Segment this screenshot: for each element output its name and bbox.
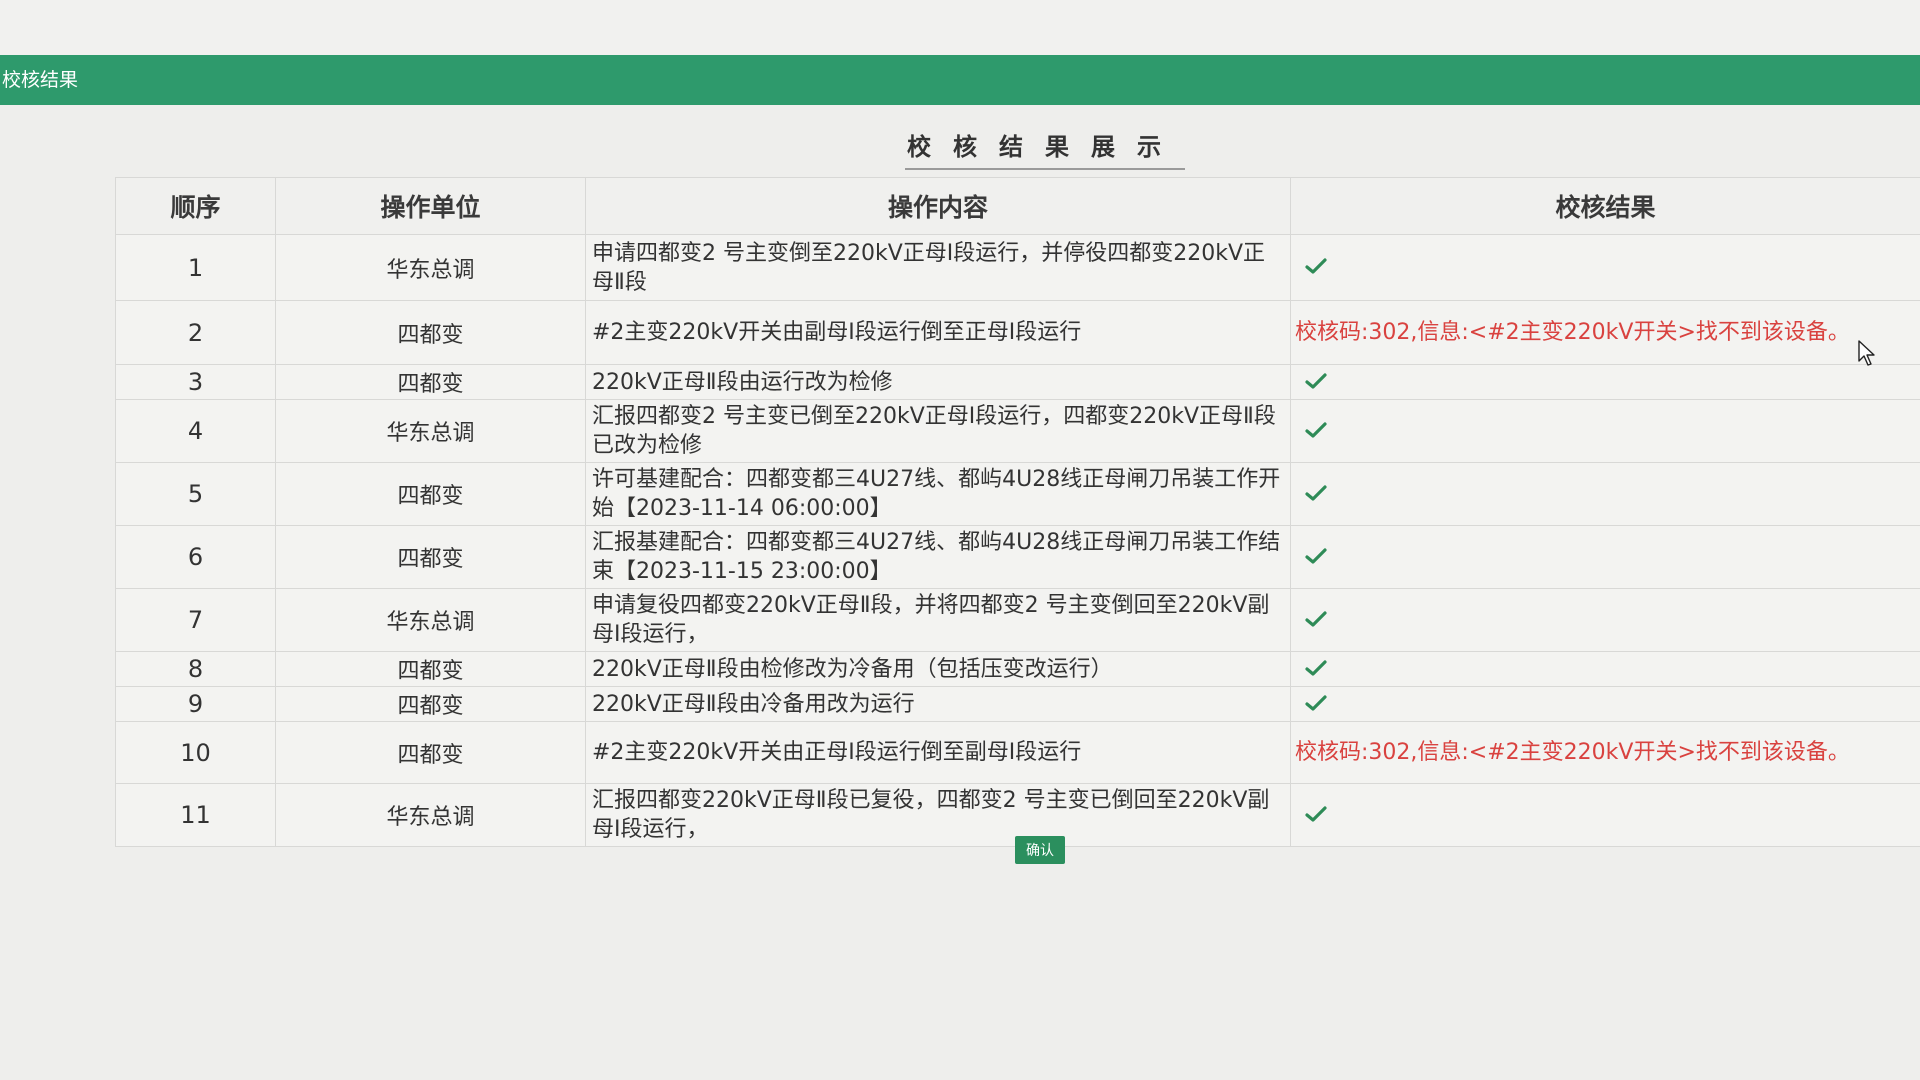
- row-operation-content: 汇报四都变2 号主变已倒至220kV正母Ⅰ段运行，四都变220kV正母Ⅱ段已改为…: [585, 399, 1291, 463]
- row-seq: 3: [115, 364, 276, 400]
- row-check-result: [1290, 686, 1920, 722]
- row-operation-content: 汇报四都变220kV正母Ⅱ段已复役，四都变2 号主变已倒回至220kV副母Ⅰ段运…: [585, 783, 1291, 847]
- result-table: 顺序 操作单位 操作内容 校核结果 1 华东总调 申请四都变2 号主变倒至220kV…: [115, 177, 1920, 847]
- row-operation-unit: 四都变: [275, 651, 586, 687]
- row-operation-unit: 四都变: [275, 300, 586, 365]
- check-icon: [1305, 484, 1327, 501]
- row-operation-unit: 四都变: [275, 525, 586, 589]
- table-row: 8 四都变 220kV正母Ⅱ段由检修改为冷备用（包括压变改运行）: [115, 651, 1920, 687]
- row-operation-content: 220kV正母Ⅱ段由运行改为检修: [585, 364, 1291, 400]
- row-check-result: [1290, 588, 1920, 652]
- row-operation-unit: 华东总调: [275, 399, 586, 463]
- row-check-result: [1290, 462, 1920, 526]
- row-seq: 8: [115, 651, 276, 687]
- row-operation-content: 220kV正母Ⅱ段由冷备用改为运行: [585, 686, 1291, 722]
- check-icon: [1305, 694, 1327, 711]
- confirm-button[interactable]: 确认: [1015, 836, 1065, 864]
- table-row: 7 华东总调 申请复役四都变220kV正母Ⅱ段，并将四都变2 号主变倒回至220kV…: [115, 588, 1920, 652]
- row-operation-unit: 华东总调: [275, 783, 586, 847]
- mouse-pointer-icon: [1858, 340, 1875, 366]
- row-operation-unit: 四都变: [275, 686, 586, 722]
- row-operation-content: 申请复役四都变220kV正母Ⅱ段，并将四都变2 号主变倒回至220kV副母Ⅰ段运…: [585, 588, 1291, 652]
- check-icon: [1305, 610, 1327, 627]
- row-check-result: [1290, 783, 1920, 847]
- row-operation-content: #2主变220kV开关由正母Ⅰ段运行倒至副母Ⅰ段运行: [585, 721, 1291, 784]
- row-operation-content: #2主变220kV开关由副母Ⅰ段运行倒至正母Ⅰ段运行: [585, 300, 1291, 365]
- row-operation-unit: 四都变: [275, 364, 586, 400]
- column-header-unit: 操作单位: [275, 177, 586, 235]
- table-row: 10 四都变 #2主变220kV开关由正母Ⅰ段运行倒至副母Ⅰ段运行 校核码:302,信…: [115, 721, 1920, 784]
- row-seq: 11: [115, 783, 276, 847]
- column-header-result: 校核结果: [1290, 177, 1920, 235]
- table-body: 1 华东总调 申请四都变2 号主变倒至220kV正母Ⅰ段运行，并停役四都变220kV…: [115, 234, 1920, 847]
- row-check-result: [1290, 234, 1920, 301]
- row-operation-content: 220kV正母Ⅱ段由检修改为冷备用（包括压变改运行）: [585, 651, 1291, 687]
- row-seq: 6: [115, 525, 276, 589]
- row-operation-unit: 华东总调: [275, 234, 586, 301]
- row-seq: 7: [115, 588, 276, 652]
- table-row: 9 四都变 220kV正母Ⅱ段由冷备用改为运行: [115, 686, 1920, 722]
- row-operation-unit: 四都变: [275, 721, 586, 784]
- row-seq: 2: [115, 300, 276, 365]
- window-title-bar: 校核结果: [0, 55, 1920, 105]
- check-icon: [1305, 547, 1327, 564]
- row-seq: 10: [115, 721, 276, 784]
- row-operation-content: 申请四都变2 号主变倒至220kV正母Ⅰ段运行，并停役四都变220kV正母Ⅱ段: [585, 234, 1291, 301]
- row-check-result: 校核码:302,信息:<#2主变220kV开关>找不到该设备。: [1290, 721, 1920, 784]
- window-title: 校核结果: [2, 69, 79, 91]
- table-row: 1 华东总调 申请四都变2 号主变倒至220kV正母Ⅰ段运行，并停役四都变220kV…: [115, 234, 1920, 301]
- row-check-result: 校核码:302,信息:<#2主变220kV开关>找不到该设备。: [1290, 300, 1920, 365]
- row-operation-unit: 华东总调: [275, 588, 586, 652]
- error-message: 校核码:302,信息:<#2主变220kV开关>找不到该设备。: [1295, 740, 1850, 765]
- table-row: 4 华东总调 汇报四都变2 号主变已倒至220kV正母Ⅰ段运行，四都变220kV正母…: [115, 399, 1920, 463]
- row-seq: 4: [115, 399, 276, 463]
- table-header-row: 顺序 操作单位 操作内容 校核结果: [115, 177, 1920, 235]
- check-icon: [1305, 659, 1327, 676]
- row-check-result: [1290, 651, 1920, 687]
- page-title: 校核结果展示: [905, 127, 1185, 170]
- table-row: 6 四都变 汇报基建配合：四都变都三4U27线、都屿4U28线正母闸刀吊装工作结束【…: [115, 525, 1920, 589]
- column-header-content: 操作内容: [585, 177, 1291, 235]
- row-seq: 1: [115, 234, 276, 301]
- error-message: 校核码:302,信息:<#2主变220kV开关>找不到该设备。: [1295, 320, 1850, 345]
- row-seq: 9: [115, 686, 276, 722]
- row-operation-content: 许可基建配合：四都变都三4U27线、都屿4U28线正母闸刀吊装工作开始【2023…: [585, 462, 1291, 526]
- table-row: 5 四都变 许可基建配合：四都变都三4U27线、都屿4U28线正母闸刀吊装工作开始【…: [115, 462, 1920, 526]
- row-check-result: [1290, 364, 1920, 400]
- row-operation-content: 汇报基建配合：四都变都三4U27线、都屿4U28线正母闸刀吊装工作结束【2023…: [585, 525, 1291, 589]
- table-row: 3 四都变 220kV正母Ⅱ段由运行改为检修: [115, 364, 1920, 400]
- check-icon: [1305, 258, 1327, 274]
- row-check-result: [1290, 399, 1920, 463]
- check-icon: [1305, 805, 1327, 822]
- check-icon: [1305, 421, 1327, 438]
- column-header-seq: 顺序: [115, 177, 276, 235]
- table-row: 2 四都变 #2主变220kV开关由副母Ⅰ段运行倒至正母Ⅰ段运行 校核码:302,信息…: [115, 300, 1920, 365]
- check-icon: [1305, 372, 1327, 389]
- main-content: 校核结果展示 顺序 操作单位 操作内容 校核结果 1 华东总调 申请四都变2 号主变…: [0, 105, 1920, 1080]
- row-seq: 5: [115, 462, 276, 526]
- row-operation-unit: 四都变: [275, 462, 586, 526]
- row-check-result: [1290, 525, 1920, 589]
